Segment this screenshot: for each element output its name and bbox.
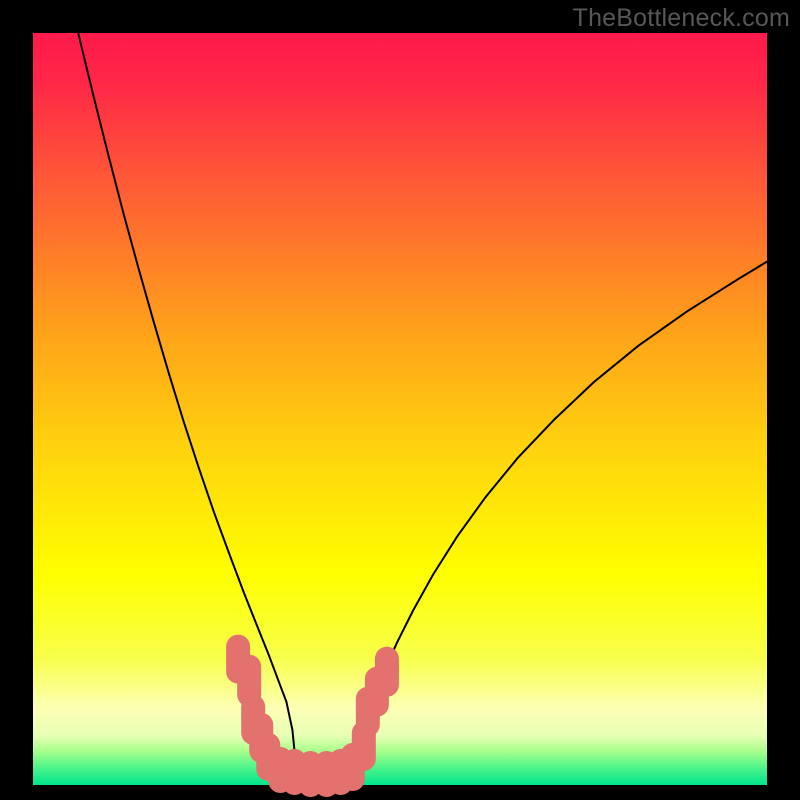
bottleneck-chart [0,0,800,800]
chart-container: TheBottleneck.com [0,0,800,800]
plot-background [33,33,767,785]
watermark-label: TheBottleneck.com [573,4,790,33]
